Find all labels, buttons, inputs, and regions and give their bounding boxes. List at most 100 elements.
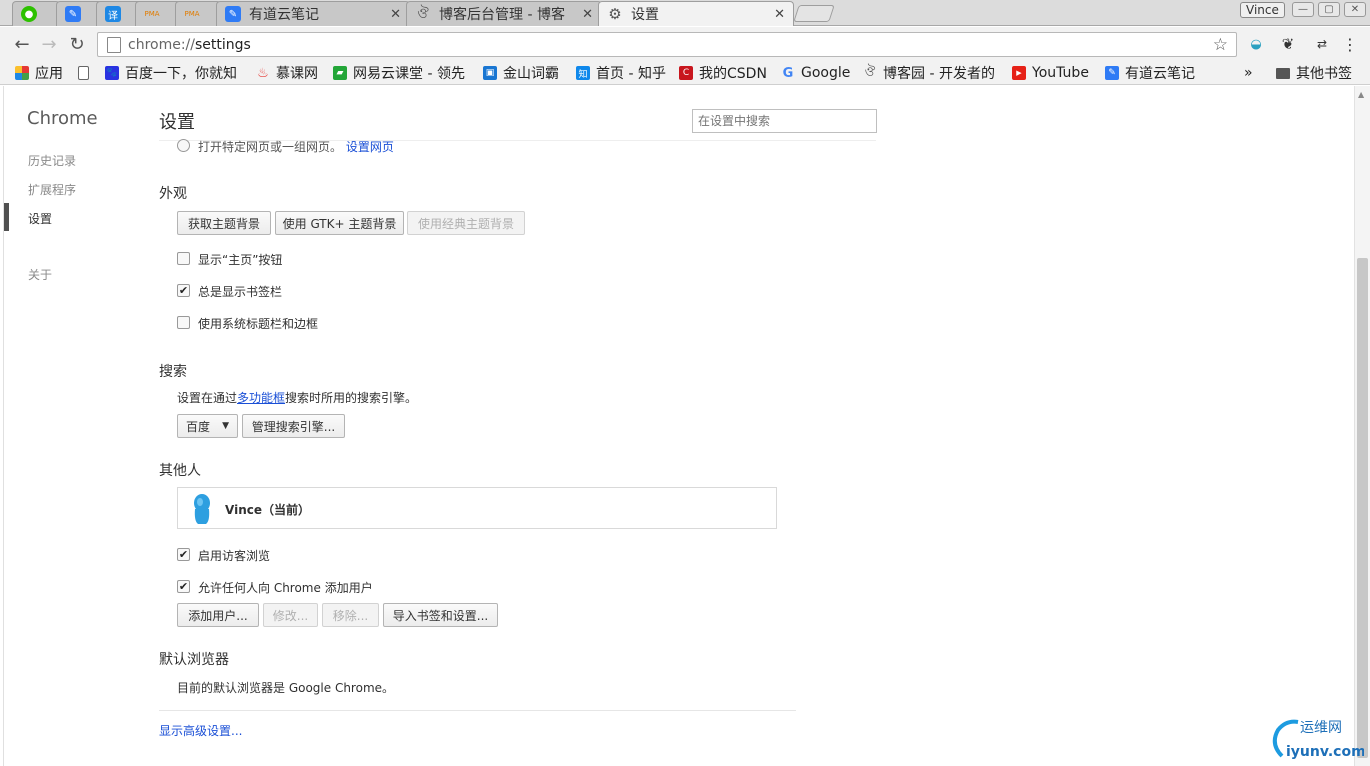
user-list[interactable]: Vince（当前） bbox=[177, 487, 777, 529]
youdao-note-icon: ✎ bbox=[1105, 66, 1119, 80]
proxy-extension-icon[interactable]: ⇄ bbox=[1313, 35, 1331, 53]
extension-icon[interactable]: ◒ bbox=[1247, 35, 1265, 53]
bookmark-youtube[interactable]: ▶ YouTube bbox=[1012, 63, 1098, 83]
checkbox-label: 使用系统标题栏和边框 bbox=[198, 317, 319, 331]
tab-strip: ● ✎ 译 PMA PMA ✎ 有道云笔记 ✕ ঔ 博客后台管理 - 博客 ✕ … bbox=[0, 0, 1370, 26]
appearance-heading: 外观 bbox=[159, 186, 187, 202]
bookmark-cnblogs[interactable]: ঔ 博客园 - 开发者的 bbox=[863, 63, 999, 83]
import-bookmarks-button[interactable]: 导入书签和设置... bbox=[383, 603, 498, 627]
bookmark-imooc[interactable]: ♨ 慕课网 bbox=[256, 63, 326, 83]
startup-option-label: 打开特定网页或一组网页。 设置网页 bbox=[198, 140, 394, 154]
always-show-bookmarks-checkbox[interactable]: ✔ bbox=[177, 284, 190, 297]
add-user-button[interactable]: 添加用户... bbox=[177, 603, 259, 627]
bookmark-baidu[interactable]: 🐾 百度一下，你就知 bbox=[105, 63, 243, 83]
sidebar-item-history[interactable]: 历史记录 bbox=[28, 152, 76, 169]
search-description: 设置在通过多功能框搜索时所用的搜索引擎。 bbox=[177, 391, 418, 405]
page-icon bbox=[107, 36, 121, 53]
close-window-button[interactable]: ✕ bbox=[1344, 2, 1366, 17]
checkbox-label: 总是显示书签栏 bbox=[198, 285, 283, 299]
zhihu-icon: 知 bbox=[576, 66, 590, 80]
netease-study-icon: ▰ bbox=[333, 66, 347, 80]
bookmark-google[interactable]: G Google bbox=[781, 63, 856, 83]
page-icon bbox=[78, 66, 89, 80]
bookmarks-bar: 应用 🐾 百度一下，你就知 ♨ 慕课网 ▰ 网易云课堂 - 领先 ▣ 金山词霸 … bbox=[0, 61, 1370, 85]
page-scrollbar[interactable]: ▲ bbox=[1354, 86, 1370, 766]
close-icon[interactable]: ✕ bbox=[390, 7, 401, 22]
folder-icon bbox=[1276, 67, 1290, 79]
youdao-note-icon: ✎ bbox=[225, 6, 241, 22]
show-home-button-checkbox[interactable] bbox=[177, 252, 190, 265]
new-tab-button[interactable] bbox=[793, 5, 835, 22]
other-bookmarks-folder[interactable]: 其他书签 bbox=[1276, 63, 1361, 83]
people-heading: 其他人 bbox=[159, 463, 201, 479]
forward-button[interactable]: → bbox=[38, 33, 60, 55]
bookmark-apps[interactable]: 应用 bbox=[15, 63, 75, 83]
bookmark-star-icon[interactable]: ☆ bbox=[1213, 35, 1228, 55]
dropdown-arrow-icon: ▼ bbox=[222, 421, 229, 431]
wechat-icon: ● bbox=[21, 6, 37, 22]
bookmark-netease-study[interactable]: ▰ 网易云课堂 - 领先 bbox=[333, 63, 468, 83]
default-browser-heading: 默认浏览器 bbox=[159, 652, 229, 668]
profile-button[interactable]: Vince bbox=[1240, 2, 1285, 18]
gnome-icon[interactable]: ❦ bbox=[1279, 35, 1297, 53]
section-divider bbox=[159, 710, 796, 711]
bookmark-blank-page[interactable] bbox=[78, 63, 98, 83]
startup-specific-pages-radio[interactable] bbox=[177, 139, 190, 152]
bookmark-youdao-note[interactable]: ✎ 有道云笔记 bbox=[1105, 63, 1205, 83]
search-heading: 搜索 bbox=[159, 364, 187, 380]
iciba-icon: ▣ bbox=[483, 66, 497, 80]
google-icon: G bbox=[782, 65, 794, 81]
manage-search-engines-button[interactable]: 管理搜索引擎... bbox=[242, 414, 345, 438]
search-engine-select[interactable]: 百度 ▼ bbox=[177, 414, 238, 438]
edit-user-button[interactable]: 修改... bbox=[263, 603, 318, 627]
back-button[interactable]: ← bbox=[11, 33, 33, 55]
reload-button[interactable]: ↻ bbox=[66, 33, 88, 55]
cnblogs-icon: ঔ bbox=[417, 6, 429, 22]
watermark-en: iyunv.com bbox=[1286, 744, 1364, 760]
use-classic-theme-button[interactable]: 使用经典主题背景 bbox=[407, 211, 525, 235]
close-icon[interactable]: ✕ bbox=[774, 7, 785, 22]
sidebar-item-extensions[interactable]: 扩展程序 bbox=[28, 181, 76, 198]
get-themes-button[interactable]: 获取主题背景 bbox=[177, 211, 271, 235]
scroll-up-icon[interactable]: ▲ bbox=[1358, 90, 1364, 99]
menu-icon[interactable]: ⋮ bbox=[1341, 35, 1359, 54]
tab-phpmyadmin-2[interactable]: PMA bbox=[175, 1, 221, 26]
default-browser-text: 目前的默认浏览器是 Google Chrome。 bbox=[177, 681, 395, 695]
scrollbar-thumb[interactable] bbox=[1357, 258, 1368, 758]
checkbox-label: 显示“主页”按钮 bbox=[198, 253, 283, 267]
enable-guest-checkbox[interactable]: ✔ bbox=[177, 548, 190, 561]
allow-add-user-checkbox[interactable]: ✔ bbox=[177, 580, 190, 593]
maximize-button[interactable]: ▢ bbox=[1318, 2, 1340, 17]
toolbar: ← → ↻ chrome://settings ☆ ◒ ❦ ⇄ ⋮ bbox=[0, 27, 1370, 61]
bookmark-zhihu[interactable]: 知 首页 - 知乎 bbox=[576, 63, 671, 83]
iyunv-watermark-logo: 运维网 iyunv.com bbox=[1272, 719, 1364, 760]
remove-user-button[interactable]: 移除... bbox=[322, 603, 379, 627]
omnibox-link[interactable]: 多功能框 bbox=[237, 391, 285, 405]
sidebar-item-settings[interactable]: 设置 bbox=[28, 210, 52, 227]
system-titlebar-checkbox[interactable] bbox=[177, 316, 190, 329]
tab-wechat[interactable]: ● bbox=[12, 1, 60, 26]
tab-youdao-note[interactable]: ✎ 有道云笔记 ✕ bbox=[216, 1, 410, 26]
tab-blog-admin[interactable]: ঔ 博客后台管理 - 博客 ✕ bbox=[406, 1, 602, 26]
imooc-icon: ♨ bbox=[257, 65, 269, 81]
close-icon[interactable]: ✕ bbox=[582, 7, 593, 22]
show-advanced-settings-link[interactable]: 显示高级设置... bbox=[159, 722, 242, 739]
tab-title: 博客后台管理 - 博客 bbox=[439, 7, 565, 23]
bookmark-iciba[interactable]: ▣ 金山词霸 bbox=[483, 63, 568, 83]
phpmyadmin-icon: PMA bbox=[184, 10, 200, 18]
tab-settings[interactable]: ⚙ 设置 ✕ bbox=[598, 1, 794, 26]
minimize-button[interactable]: — bbox=[1292, 2, 1314, 17]
sidebar-item-about[interactable]: 关于 bbox=[28, 266, 52, 283]
settings-search-input[interactable] bbox=[692, 109, 877, 133]
bookmark-csdn[interactable]: C 我的CSDN bbox=[679, 63, 774, 83]
youdao-note-icon: ✎ bbox=[65, 6, 81, 22]
use-gtk-theme-button[interactable]: 使用 GTK+ 主题背景 bbox=[275, 211, 404, 235]
address-bar[interactable]: chrome://settings ☆ bbox=[97, 32, 1237, 57]
set-pages-link[interactable]: 设置网页 bbox=[346, 140, 394, 154]
sidebar-brand: Chrome bbox=[27, 108, 98, 129]
tab-title: 设置 bbox=[631, 7, 659, 23]
user-avatar-icon bbox=[194, 494, 210, 524]
bookmarks-overflow-button[interactable]: » bbox=[1244, 63, 1256, 83]
phpmyadmin-icon: PMA bbox=[144, 10, 160, 18]
address-text[interactable]: chrome://settings bbox=[128, 37, 1213, 53]
